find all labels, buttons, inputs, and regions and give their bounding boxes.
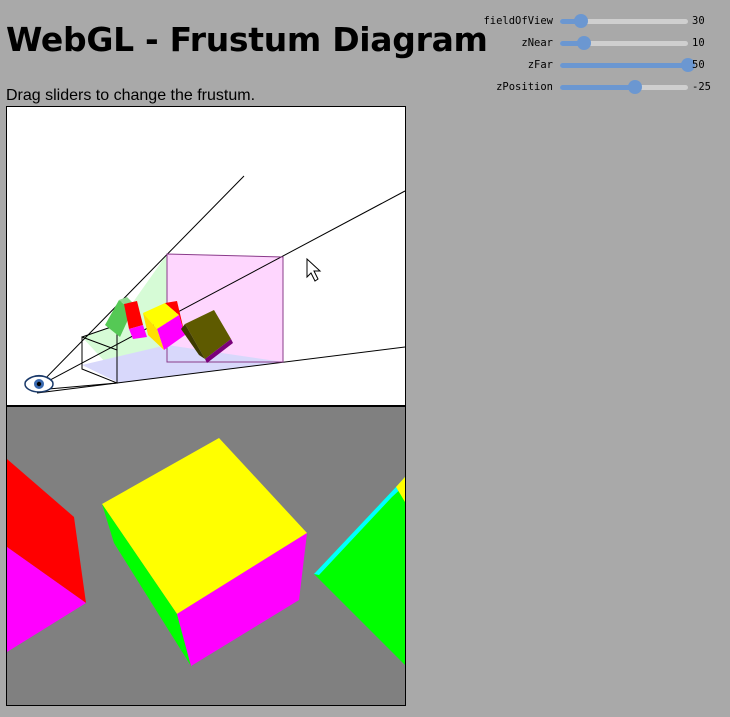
page-description: Drag sliders to change the frustum.: [6, 87, 256, 104]
slider-row-zPosition: zPosition -25: [450, 78, 725, 100]
slider-label-zFar: zFar: [527, 59, 553, 71]
page-title: WebGL - Frustum Diagram: [6, 20, 488, 59]
slider-row-zFar: zFar 50: [450, 56, 725, 78]
mouse-pointer-icon: [306, 257, 322, 282]
slider-value-zFar: 50: [692, 59, 705, 71]
frustum-diagram-svg: [24, 175, 405, 394]
slider-fill: [560, 85, 635, 90]
slider-thumb[interactable]: [573, 14, 588, 28]
slider-label-zNear: zNear: [521, 37, 553, 49]
slider-value-zPosition: -25: [692, 81, 711, 93]
slider-panel: fieldOfView 30 zNear 10 zFar 50 zPositio…: [450, 12, 725, 100]
slider-fill: [560, 63, 688, 68]
slider-label-zPosition: zPosition: [496, 81, 553, 93]
slider-thumb[interactable]: [576, 36, 591, 50]
slider-row-fieldOfView: fieldOfView 30: [450, 12, 725, 34]
frustum-diagram-canvas[interactable]: [6, 106, 406, 406]
slider-thumb[interactable]: [627, 80, 642, 94]
slider-fieldOfView[interactable]: [560, 14, 688, 28]
slider-zNear[interactable]: [560, 36, 688, 50]
scene-cube-center: [102, 438, 307, 666]
scene-cube-left: [7, 459, 86, 652]
scene-cube-right: [314, 477, 405, 665]
camera-view-canvas[interactable]: [6, 406, 406, 706]
slider-zFar[interactable]: [560, 58, 695, 72]
slider-row-zNear: zNear 10: [450, 34, 725, 56]
slider-value-fieldOfView: 30: [692, 15, 705, 27]
slider-label-fieldOfView: fieldOfView: [483, 15, 553, 27]
camera-view-svg: [7, 438, 405, 666]
slider-zPosition[interactable]: [560, 80, 688, 94]
eye-icon: [24, 374, 54, 393]
slider-value-zNear: 10: [692, 37, 705, 49]
